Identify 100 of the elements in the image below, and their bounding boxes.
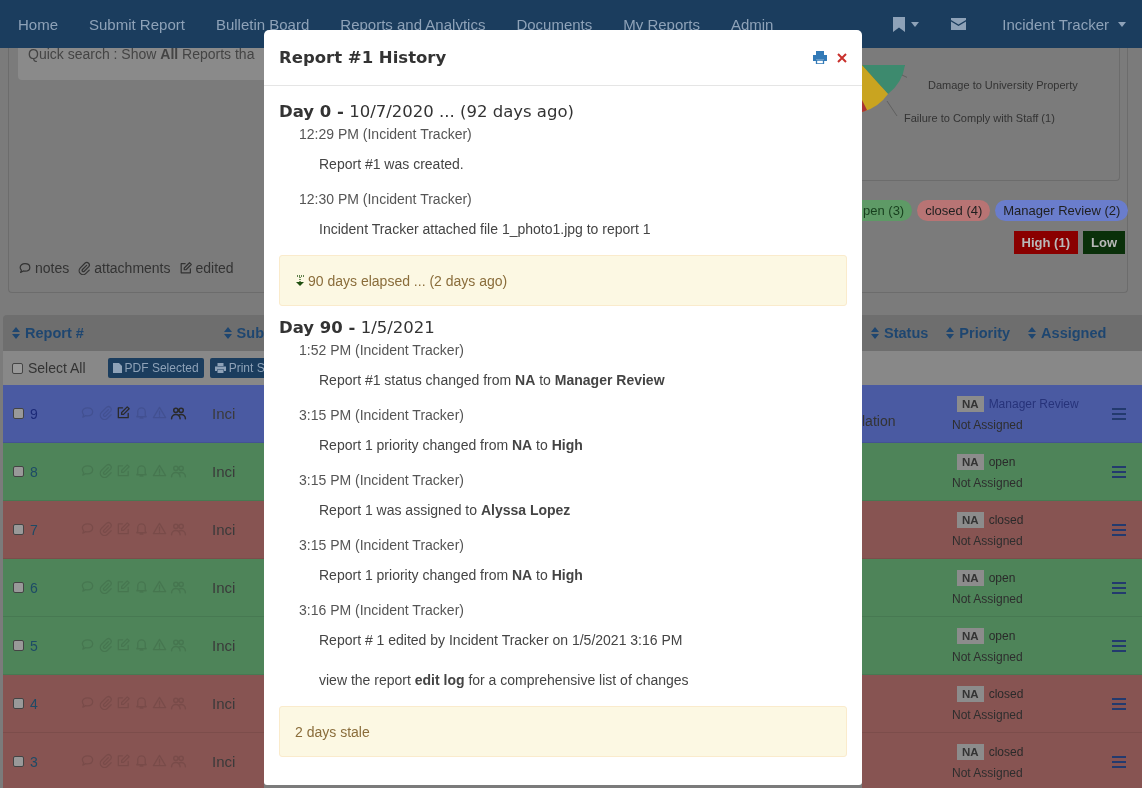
entry-message: Report 1 priority changed from NA to High	[318, 436, 584, 455]
table-row[interactable]: 8 Inci	[3, 443, 264, 501]
report-number-link[interactable]: 5	[30, 637, 80, 654]
table-row[interactable]: 3 Inci	[3, 733, 264, 788]
status-filter-pill[interactable]: Manager Review (2)	[995, 200, 1129, 221]
file-icon	[112, 363, 122, 373]
print-icon	[214, 363, 226, 373]
caret-icon	[911, 21, 920, 27]
column-header[interactable]: Report #	[12, 325, 84, 341]
table-row[interactable]: 7 Inci	[3, 501, 264, 559]
stale-text: 2 days stale	[295, 723, 370, 740]
report-number-link[interactable]: 8	[30, 463, 80, 480]
checkbox[interactable]	[13, 524, 24, 535]
priority-tag: NA	[957, 743, 984, 760]
caret-icon	[1118, 21, 1126, 27]
table-row[interactable]: 4 Inci	[3, 675, 264, 733]
menu-icon[interactable]	[1112, 581, 1126, 594]
status-text: open	[988, 628, 1016, 643]
priority-tag: NA	[957, 511, 984, 528]
assigned-text: Not Assigned	[952, 417, 1024, 432]
elapsed-text: 90 days elapsed ... (2 days ago)	[308, 272, 508, 289]
entry-time: 3:15 PM (Incident Tracker)	[298, 406, 465, 425]
entry-message: Report #1 status changed from NA to Manager Review	[318, 371, 666, 390]
sort-icon	[1028, 327, 1037, 339]
report-number-link[interactable]: 4	[30, 695, 80, 712]
down-arrow-icon	[295, 274, 305, 287]
table-cell: Inci	[212, 521, 236, 538]
report-number-link[interactable]: 3	[30, 753, 80, 770]
report-number-link[interactable]: 6	[30, 579, 80, 596]
priority-tag: NA	[957, 453, 984, 470]
nav-link[interactable]: Reports and Analytics	[340, 15, 486, 33]
checkbox[interactable]	[13, 698, 24, 709]
dialog-title: Report #1 History	[279, 48, 447, 67]
assigned-text: Not Assigned	[952, 591, 1024, 606]
column-header[interactable]: Sub	[223, 325, 264, 341]
entry-message: Report 1 was assigned to Alyssa Lopez	[318, 501, 572, 520]
entry-message: Report #1 was created.	[318, 155, 465, 174]
user-menu[interactable]: Incident Tracker	[1002, 15, 1126, 33]
table-cell: lation	[862, 413, 896, 429]
menu-icon[interactable]	[1112, 465, 1126, 478]
nav-link[interactable]: Home	[18, 15, 58, 33]
close-icon[interactable]	[837, 52, 847, 63]
table-cell: Inci	[212, 637, 236, 654]
menu-icon[interactable]	[1112, 639, 1126, 652]
envelope-icon[interactable]	[951, 18, 967, 30]
entry-time: 1:52 PM (Incident Tracker)	[298, 341, 465, 360]
checkbox[interactable]	[13, 466, 24, 477]
assigned-text: Not Assigned	[952, 765, 1024, 780]
checkbox[interactable]	[13, 582, 24, 593]
sort-icon	[871, 327, 879, 339]
status-filter-pill[interactable]: closed (4)	[917, 200, 991, 221]
status-text: closed	[988, 686, 1024, 701]
column-header[interactable]: Assigned	[1028, 325, 1107, 341]
entry-message: Incident Tracker attached file 1_photo1.jpg to report 1	[318, 220, 652, 239]
priority-tag: NA	[957, 627, 984, 644]
report-number-link[interactable]: 7	[30, 521, 80, 538]
assigned-text: Not Assigned	[952, 649, 1024, 664]
table-cell: Inci	[212, 405, 236, 422]
legend-label: attachments	[94, 260, 171, 276]
legend-label: edited	[195, 260, 234, 276]
status-text: closed	[988, 744, 1024, 759]
day-heading: Day 90 - 1/5/2021	[279, 317, 436, 339]
column-header[interactable]: Status	[871, 325, 929, 341]
entry-message: view the report edit log for a comprehensive list of changes	[318, 671, 690, 690]
comment-icon	[18, 261, 32, 275]
menu-icon[interactable]	[1112, 697, 1126, 710]
priority-tag: NA	[957, 395, 984, 412]
nav-link[interactable]: Admin	[730, 15, 774, 33]
column-header[interactable]: Priority	[946, 325, 1011, 341]
quick-search-text: Quick search : Show All Reports tha	[28, 46, 255, 62]
print-icon[interactable]	[813, 51, 827, 64]
sort-icon	[946, 327, 955, 339]
nav-link[interactable]: Bulletin Board	[215, 15, 310, 33]
priority-filter-badge[interactable]: High (1)	[1013, 231, 1078, 254]
table-cell: Inci	[212, 579, 236, 596]
assigned-text: Not Assigned	[952, 533, 1024, 548]
checkbox[interactable]	[13, 756, 24, 767]
priority-tag: NA	[957, 685, 984, 702]
toolbar-button[interactable]: PDF Selected	[107, 358, 204, 378]
status-text: open	[988, 570, 1016, 585]
menu-icon[interactable]	[1112, 523, 1126, 536]
chart-label: Damage to University Property	[928, 79, 1078, 91]
checkbox[interactable]	[13, 408, 24, 419]
entry-time: 12:29 PM (Incident Tracker)	[298, 125, 473, 144]
priority-filter-badge[interactable]: Low	[1083, 231, 1125, 254]
sort-icon	[12, 327, 20, 339]
table-row[interactable]: 5 Inci	[3, 617, 264, 675]
table-row[interactable]: 6 Inci	[3, 559, 264, 617]
assigned-text: Not Assigned	[952, 707, 1024, 722]
entry-time: 3:15 PM (Incident Tracker)	[298, 471, 465, 490]
status-text: open	[988, 454, 1016, 469]
nav-link[interactable]: Submit Report	[89, 15, 185, 33]
checkbox[interactable]	[13, 640, 24, 651]
bookmark-icon[interactable]	[893, 16, 906, 32]
edit-icon	[178, 261, 193, 275]
status-filter-pill[interactable]: pen (3)	[862, 200, 913, 221]
checkbox[interactable]	[12, 362, 23, 374]
menu-icon[interactable]	[1112, 755, 1126, 768]
table-cell: Inci	[212, 753, 236, 770]
day-heading: Day 0 - 10/7/2020 ... (92 days ago)	[279, 101, 575, 123]
